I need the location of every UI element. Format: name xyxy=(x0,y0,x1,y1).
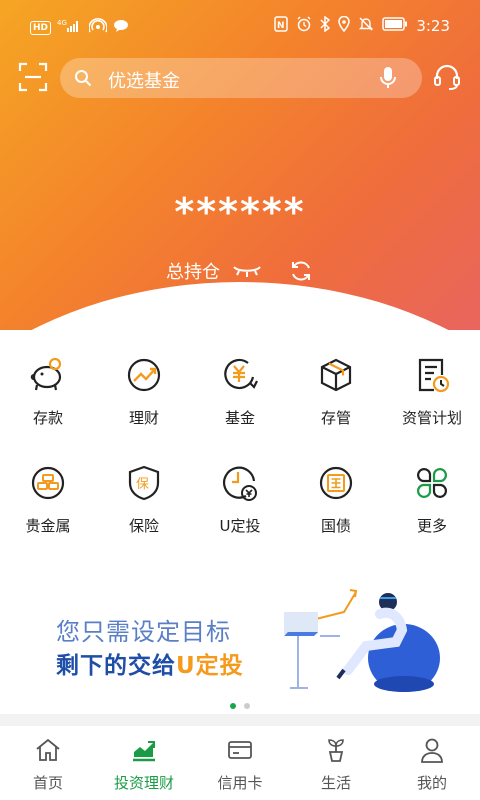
hd-badge: HD xyxy=(30,21,52,35)
feature-custody[interactable]: 存管 xyxy=(288,355,384,463)
nav-label: 生活 xyxy=(320,774,351,792)
home-icon xyxy=(36,738,60,761)
mute-bell-icon xyxy=(358,16,374,36)
feature-row-1: 存款 理财 基金 存管 资管计划 xyxy=(0,355,480,463)
feature-label: 保险 xyxy=(128,517,159,535)
trend-chart-icon xyxy=(127,358,161,392)
box-icon xyxy=(320,358,352,392)
feature-wealth[interactable]: 理财 xyxy=(96,355,192,463)
nav-life[interactable]: 生活 xyxy=(288,726,384,800)
search-input[interactable]: 优选基金 xyxy=(60,58,422,98)
location-icon xyxy=(338,15,351,36)
feature-label: U定投 xyxy=(219,517,261,535)
feature-row-2: 贵金属 保 保险 U定投 国债 更多 xyxy=(0,463,480,571)
feature-label: 存款 xyxy=(32,409,63,427)
national-bond-icon xyxy=(319,466,353,500)
clock-coin-icon xyxy=(223,466,257,501)
nav-label: 我的 xyxy=(416,774,447,792)
pager-dot-active[interactable] xyxy=(230,703,236,709)
holdings-row: 总持仓 xyxy=(0,258,480,284)
status-right: N 3:23 xyxy=(274,15,450,36)
feature-u-invest[interactable]: U定投 xyxy=(192,463,288,571)
feature-precious-metal[interactable]: 贵金属 xyxy=(0,463,96,571)
feature-deposit[interactable]: 存款 xyxy=(0,355,96,463)
banner-subheadline-highlight: U定投 xyxy=(176,653,244,679)
alarm-icon xyxy=(296,16,312,36)
plant-pot-icon xyxy=(328,739,344,762)
fund-icon xyxy=(224,358,258,390)
message-icon xyxy=(113,19,129,37)
feature-label: 存管 xyxy=(320,409,351,427)
feature-fund[interactable]: 基金 xyxy=(192,355,288,463)
status-bar: HD 4G N 3:23 xyxy=(0,0,480,54)
plan-doc-icon xyxy=(418,358,450,393)
feature-label: 国债 xyxy=(320,517,351,535)
feature-label: 基金 xyxy=(224,409,255,427)
microphone-icon xyxy=(380,67,396,88)
clock-time: 3:23 xyxy=(416,17,450,35)
shield-icon: 保 xyxy=(128,465,160,501)
feature-more[interactable]: 更多 xyxy=(384,463,480,571)
piggy-bank-icon xyxy=(30,357,62,391)
svg-text:N: N xyxy=(277,21,285,31)
nav-investment[interactable]: 投资理财 xyxy=(96,726,192,800)
nav-credit-card[interactable]: 信用卡 xyxy=(192,726,288,800)
search-icon xyxy=(75,70,92,87)
holdings-label: 总持仓 xyxy=(166,262,220,283)
feature-insurance[interactable]: 保 保险 xyxy=(96,463,192,571)
banner-subheadline-prefix: 剩下的交给 xyxy=(56,653,176,679)
feature-asset-plan[interactable]: 资管计划 xyxy=(384,355,480,463)
voice-search-button[interactable] xyxy=(378,66,398,90)
investor-illustration xyxy=(284,589,440,692)
search-placeholder: 优选基金 xyxy=(108,71,180,92)
user-icon xyxy=(421,738,443,763)
nav-label: 首页 xyxy=(32,774,63,792)
refresh-icon[interactable] xyxy=(288,258,314,284)
scan-icon xyxy=(18,62,48,92)
hero-curve xyxy=(0,282,480,330)
eye-closed-icon[interactable] xyxy=(232,262,262,280)
banner-headline: 您只需设定目标 xyxy=(56,618,231,646)
banner-pager xyxy=(0,703,480,709)
feature-label: 贵金属 xyxy=(25,517,71,535)
network-label: 4G xyxy=(57,19,67,27)
feature-label: 更多 xyxy=(416,517,447,535)
promo-banner[interactable]: 您只需设定目标 剩下的交给U定投 xyxy=(0,580,480,700)
bottom-navigation: 首页 投资理财 信用卡 生活 我的 xyxy=(0,726,480,800)
nfc-icon: N xyxy=(274,16,289,36)
nav-label: 信用卡 xyxy=(217,774,263,792)
nav-home[interactable]: 首页 xyxy=(0,726,96,800)
section-divider xyxy=(0,714,480,726)
feature-national-bond[interactable]: 国债 xyxy=(288,463,384,571)
investment-chart-icon xyxy=(133,741,155,762)
headset-icon xyxy=(434,64,460,90)
gold-bars-icon xyxy=(31,466,65,500)
feature-label: 资管计划 xyxy=(401,409,462,427)
scan-button[interactable] xyxy=(18,62,48,92)
customer-service-button[interactable] xyxy=(432,62,462,92)
banner-subheadline: 剩下的交给U定投 xyxy=(56,646,244,680)
status-left: HD 4G xyxy=(30,18,129,38)
signal-icon: 4G xyxy=(57,19,83,37)
feature-label: 理财 xyxy=(128,409,159,427)
hotspot-icon xyxy=(88,18,108,38)
battery-icon xyxy=(382,17,408,35)
insurance-glyph: 保 xyxy=(136,477,149,492)
four-leaf-icon xyxy=(417,468,447,498)
nav-label: 投资理财 xyxy=(113,774,174,792)
credit-card-icon xyxy=(228,741,252,759)
feature-grid: 存款 理财 基金 存管 资管计划 贵金属 保 保险 U定投 国债 更多 xyxy=(0,355,480,571)
bluetooth-icon xyxy=(320,15,331,36)
nav-profile[interactable]: 我的 xyxy=(384,726,480,800)
total-balance: ****** xyxy=(174,190,306,234)
pager-dot[interactable] xyxy=(244,703,250,709)
